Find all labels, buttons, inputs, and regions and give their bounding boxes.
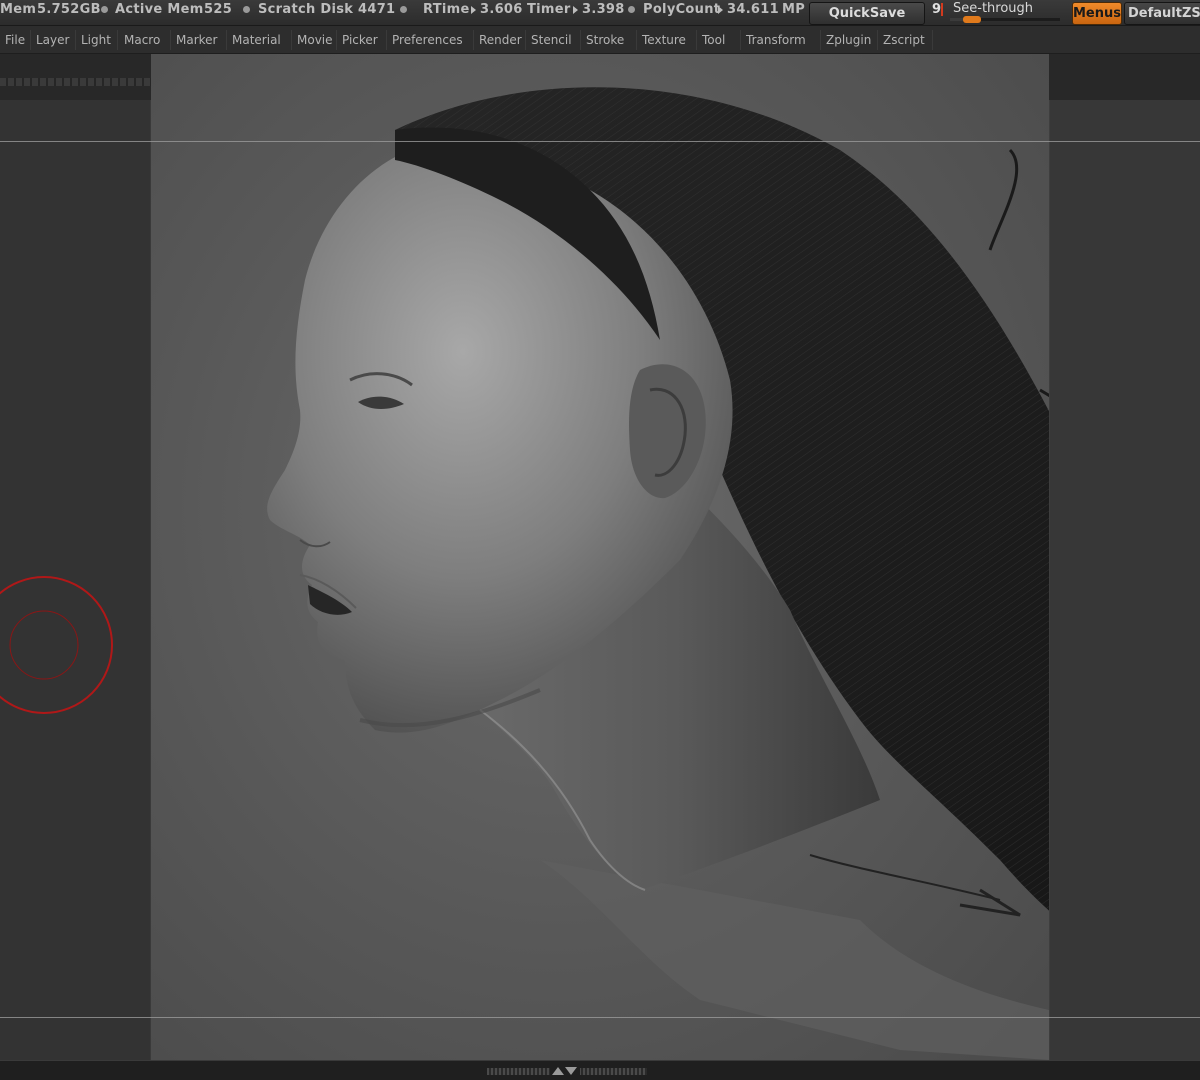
menu-macro[interactable]: Macro	[119, 30, 171, 50]
expand-collapse-icon[interactable]	[550, 1065, 580, 1079]
polycount-unit: MP	[782, 2, 806, 17]
menu-texture[interactable]: Texture	[637, 30, 697, 50]
menus-toggle-button[interactable]: Menus	[1072, 2, 1122, 25]
canvas-guide-bottom	[0, 1017, 1200, 1018]
rtime-label: RTime	[423, 2, 470, 17]
seethrough-slider-handle[interactable]	[963, 16, 981, 23]
menu-tool[interactable]: Tool	[697, 30, 741, 50]
menu-file[interactable]: File	[0, 30, 31, 50]
arrow-up-icon	[552, 1067, 564, 1075]
menu-movie[interactable]: Movie	[292, 30, 337, 50]
polycount-value: 34.611	[727, 2, 779, 17]
separator-dot-icon	[101, 6, 108, 13]
quicksave-button[interactable]: QuickSave	[809, 2, 925, 25]
separator-dot-icon	[243, 6, 250, 13]
scratch-disk-label: Scratch Disk	[258, 2, 354, 17]
active-mem-value: 525	[204, 2, 233, 17]
menu-stencil[interactable]: Stencil	[526, 30, 581, 50]
canvas-guide-top	[0, 141, 1200, 142]
menu-preferences[interactable]: Preferences	[387, 30, 474, 50]
arrow-right-icon	[573, 6, 578, 14]
seethrough-slider[interactable]	[950, 16, 1060, 23]
separator-dot-icon	[400, 6, 407, 13]
seethrough-label: See-through	[953, 1, 1034, 16]
menu-material[interactable]: Material	[227, 30, 292, 50]
mem-value: 5.752GB	[37, 2, 101, 17]
separator-dot-icon	[628, 6, 635, 13]
document-canvas[interactable]	[151, 54, 1049, 1060]
rtime-value: 3.606	[480, 2, 523, 17]
menu-marker[interactable]: Marker	[171, 30, 227, 50]
seethrough-value: 9	[932, 2, 942, 17]
sculpt-render	[267, 87, 1049, 1060]
timer-label: Timer	[527, 2, 571, 17]
menu-layer[interactable]: Layer	[31, 30, 76, 50]
ui-preset-button[interactable]: DefaultZScript	[1124, 2, 1200, 25]
right-tray	[1049, 100, 1200, 1060]
menu-picker[interactable]: Picker	[337, 30, 387, 50]
menu-stroke[interactable]: Stroke	[581, 30, 637, 50]
menu-zscript[interactable]: Zscript	[878, 30, 933, 50]
seethrough-indicator	[941, 3, 943, 16]
menu-zplugin[interactable]: Zplugin	[821, 30, 878, 50]
status-bar: Mem 5.752GB Active Mem 525 Scratch Disk …	[0, 0, 1200, 26]
scratch-disk-value: 4471	[358, 2, 396, 17]
menu-light[interactable]: Light	[76, 30, 118, 50]
menu-transform[interactable]: Transform	[741, 30, 821, 50]
active-mem-label: Active Mem	[115, 2, 204, 17]
brush-circle-icon	[0, 576, 113, 714]
timer-value: 3.398	[582, 2, 625, 17]
menu-render[interactable]: Render	[474, 30, 526, 50]
arrow-down-icon	[565, 1067, 577, 1075]
menu-bar: File Layer Light Macro Marker Material M…	[0, 26, 1200, 54]
arrow-right-icon	[718, 6, 723, 14]
polycount-label: PolyCount	[643, 2, 721, 17]
mem-label: Mem	[0, 2, 37, 17]
arrow-right-icon	[471, 6, 476, 14]
bottom-bar	[0, 1060, 1200, 1080]
